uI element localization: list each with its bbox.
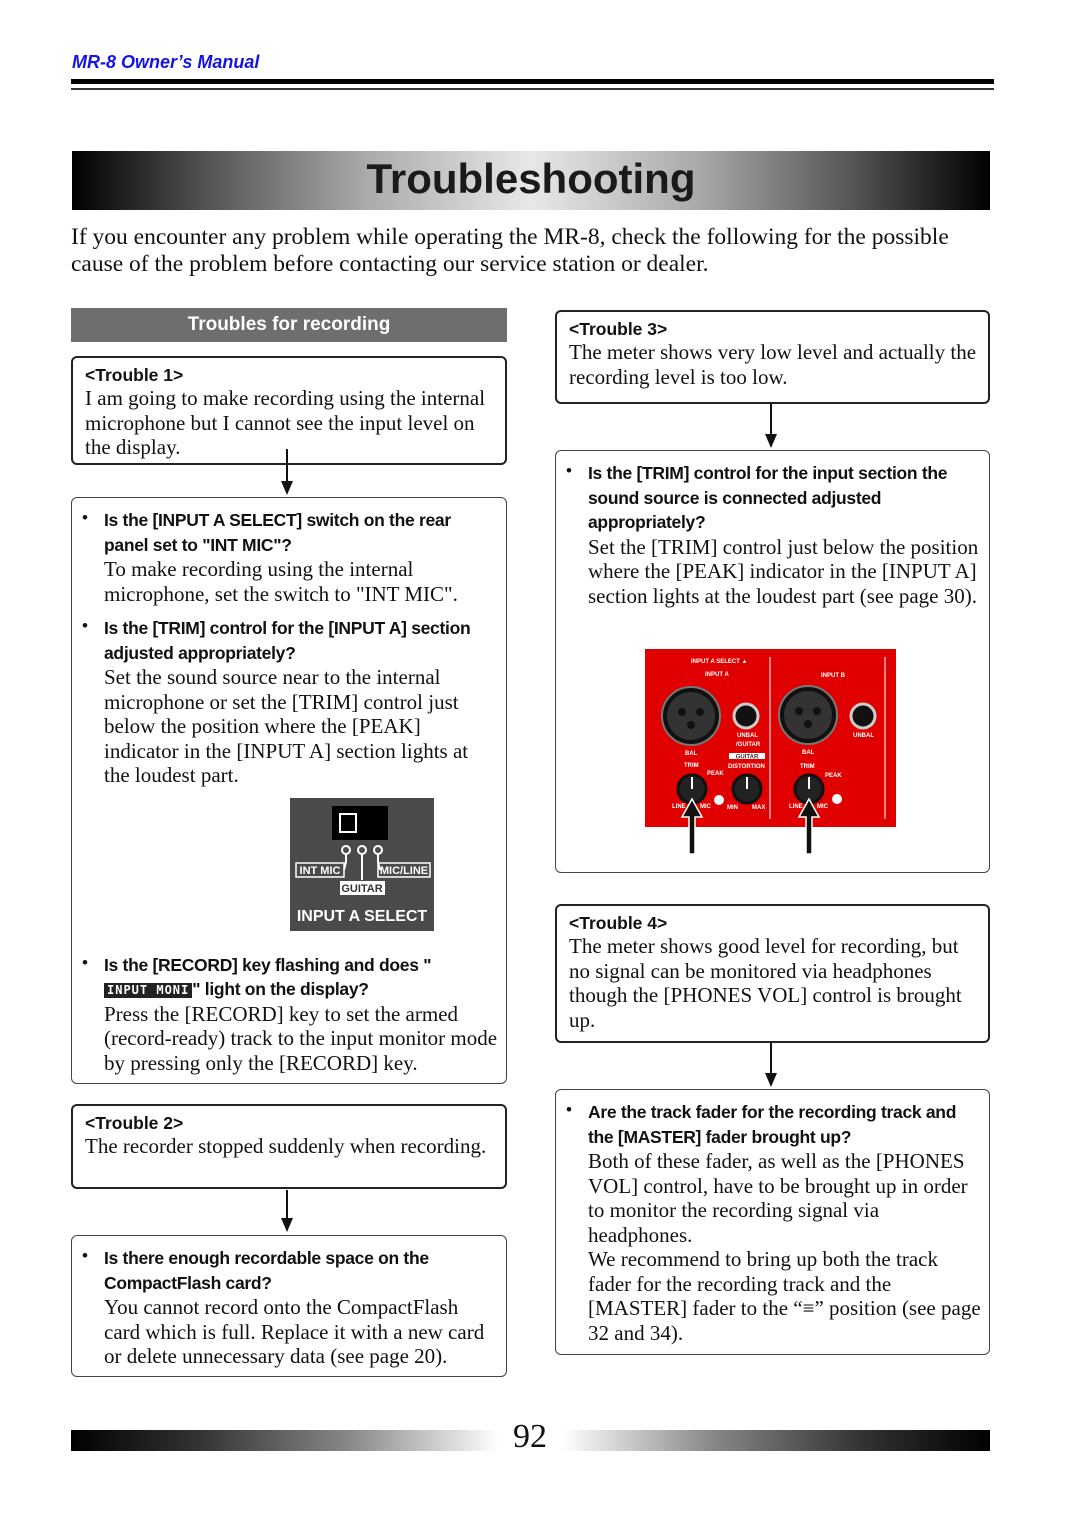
header-rule-thin [71, 88, 994, 90]
trouble-2-checks: • Is there enough recordable space on th… [71, 1235, 507, 1377]
check-question: Are the track fader for the recording tr… [588, 1102, 957, 1147]
trouble-4-box: <Trouble 4> The meter shows good level f… [555, 904, 990, 1043]
bullet-icon: • [82, 616, 88, 635]
unbal-label: UNBAL [853, 733, 874, 739]
trouble-3-box: <Trouble 3> The meter shows very low lev… [555, 310, 990, 404]
input-a-select-label: INPUT A SELECT [297, 908, 428, 925]
mic-line-label: MIC/LINE [380, 865, 428, 877]
guitar-label: GUITAR [736, 755, 759, 761]
bullet-icon: • [82, 508, 88, 527]
guitar-jack-label: /GUITAR [736, 742, 761, 748]
footer-bar-left [71, 1430, 499, 1451]
trouble-description: The meter shows very low level and actua… [569, 340, 977, 389]
bullet-icon: • [566, 1100, 572, 1119]
trouble-4-checks: • Are the track fader for the recording … [555, 1089, 990, 1355]
check-answer: Set the sound source near to the interna… [104, 665, 469, 787]
peak-label: PEAK [707, 771, 724, 777]
unbal-label: UNBAL [737, 733, 758, 739]
trouble-title: <Trouble 4> [569, 913, 668, 933]
check-question: Is the [INPUT A SELECT] switch on the re… [104, 510, 451, 555]
check-item: • Is the [TRIM] control for the [INPUT A… [82, 616, 498, 788]
question-text: Is the [RECORD] key flashing and does " [104, 954, 432, 975]
trouble-1-checks: • Is the [INPUT A SELECT] switch on the … [71, 497, 507, 1084]
trim-label: TRIM [684, 763, 699, 769]
bullet-icon: • [566, 461, 572, 480]
input-a-select-switch-diagram: INT MIC MIC/LINE GUITAR INPUT A SELECT [290, 797, 434, 931]
bullet-icon: • [82, 1246, 88, 1265]
check-answer-recommendation: We recommend to bring up both the track … [588, 1247, 981, 1345]
bullet-icon: • [82, 952, 88, 972]
section-heading: Troubles for recording [71, 308, 507, 342]
trouble-title: <Trouble 2> [85, 1113, 184, 1133]
input-b-label: INPUT B [821, 673, 846, 679]
intro-paragraph: If you encounter any problem while opera… [71, 224, 949, 277]
phone-jack-icon [849, 702, 877, 730]
guitar-label: GUITAR [341, 883, 382, 895]
peak-led-icon [714, 795, 724, 805]
mic-label: MIC [817, 804, 829, 810]
input-a-label: INPUT A [705, 672, 729, 678]
arrow-down-icon [281, 1190, 293, 1232]
check-answer: Both of these fader, as well as the [PHO… [588, 1149, 968, 1247]
arrow-down-icon [765, 404, 777, 448]
peak-label: PEAK [825, 773, 842, 779]
check-item: • Is the [TRIM] control for the input se… [566, 461, 981, 608]
input-a-select-label: INPUT A SELECT ▲ [691, 659, 748, 665]
check-item: • Are the track fader for the recording … [566, 1100, 981, 1345]
check-item: • Is there enough recordable space on th… [82, 1246, 498, 1369]
distortion-knob-icon [731, 773, 763, 805]
check-question: Is there enough recordable space on the … [104, 1248, 429, 1293]
trouble-description: The meter shows good level for recording… [569, 934, 962, 1032]
running-header: MR-8 Owner’s Manual [72, 52, 260, 72]
trouble-description: The recorder stopped suddenly when recor… [85, 1134, 487, 1158]
rear-panel-input-diagram: INPUT A SELECT ▲ INPUT A INPUT B UNBAL /… [645, 649, 896, 855]
check-question: Is the [TRIM] control for the input sect… [588, 463, 948, 532]
check-answer: You cannot record onto the CompactFlash … [104, 1295, 485, 1368]
check-answer: To make recording using the internal mic… [104, 557, 458, 606]
distortion-label: DISTORTION [728, 764, 765, 770]
mic-label: MIC [700, 804, 712, 810]
check-answer: Press the [RECORD] key to set the armed … [104, 1001, 498, 1075]
trouble-2-box: <Trouble 2> The recorder stopped suddenl… [71, 1104, 507, 1189]
trouble-title: <Trouble 1> [85, 365, 184, 385]
page-number: 92 [513, 1418, 547, 1455]
bal-label: BAL [802, 750, 815, 756]
arrow-down-icon [765, 1043, 777, 1087]
min-label: MIN [727, 805, 738, 811]
int-mic-label: INT MIC [300, 865, 341, 877]
question-text: " light on the display? [192, 979, 369, 999]
page-title: Troubleshooting [366, 155, 696, 202]
trouble-description: I am going to make recording using the i… [85, 386, 486, 459]
trouble-1-box: <Trouble 1> I am going to make recording… [71, 356, 507, 465]
title-banner: Troubleshooting [72, 151, 990, 210]
arrow-down-icon [281, 449, 293, 495]
bal-label: BAL [685, 751, 698, 757]
trouble-title: <Trouble 3> [569, 319, 668, 339]
max-label: MAX [752, 805, 765, 811]
trim-label: TRIM [800, 764, 815, 770]
phone-jack-icon [732, 702, 760, 730]
line-label: LINE [672, 804, 686, 810]
peak-led-icon [832, 794, 842, 804]
check-item: • Is the [RECORD] key flashing and does … [82, 953, 498, 1076]
lcd-input-moni-indicator: INPUT MONI [104, 983, 193, 998]
check-question: Is the [RECORD] key flashing and does " I… [104, 953, 498, 1002]
header-rule [71, 79, 994, 84]
check-answer: Set the [TRIM] control just below the po… [588, 534, 979, 608]
xlr-jack-icon [661, 686, 721, 746]
footer-bar-right [562, 1430, 990, 1451]
line-label: LINE [789, 804, 803, 810]
check-item: • Is the [INPUT A SELECT] switch on the … [82, 508, 498, 606]
check-question: Is the [TRIM] control for the [INPUT A] … [104, 618, 471, 663]
xlr-jack-icon [778, 685, 838, 745]
